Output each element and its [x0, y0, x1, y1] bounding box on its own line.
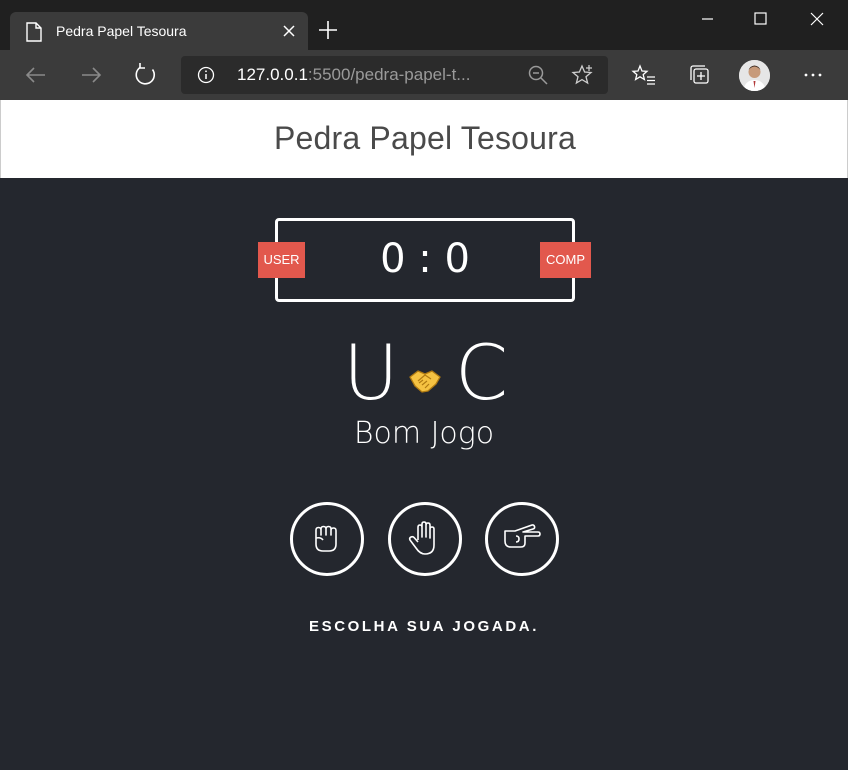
user-letter: U	[343, 328, 399, 417]
page-header: Pedra Papel Tesoura	[0, 100, 848, 178]
maximize-icon[interactable]	[738, 0, 784, 40]
info-icon[interactable]	[197, 66, 215, 84]
collections-icon[interactable]	[686, 61, 714, 89]
handshake-icon	[409, 370, 441, 393]
refresh-icon[interactable]	[132, 61, 160, 89]
new-tab-icon[interactable]	[318, 20, 338, 40]
zoom-icon[interactable]	[527, 64, 549, 86]
result-message: Bom Jogo	[353, 416, 495, 451]
back-icon[interactable]	[22, 61, 50, 89]
url-text[interactable]: 127.0.0.1:5500/pedra-papel-t...	[237, 65, 470, 85]
scissors-icon	[504, 524, 541, 548]
star-icon[interactable]	[571, 64, 593, 86]
rock-button[interactable]	[290, 502, 364, 576]
profile-photo	[739, 60, 770, 91]
comp-letter: C	[455, 328, 509, 417]
minimize-icon[interactable]	[684, 0, 730, 40]
rock-icon	[315, 525, 337, 552]
browser-toolbar: 127.0.0.1:5500/pedra-papel-t...	[0, 50, 848, 100]
document-icon	[26, 22, 42, 42]
more-icon[interactable]	[799, 61, 827, 89]
tab-title: Pedra Papel Tesoura	[56, 23, 187, 39]
url-host: 127.0.0.1	[237, 65, 308, 84]
page-title: Pedra Papel Tesoura	[273, 120, 577, 156]
address-bar[interactable]: 127.0.0.1:5500/pedra-papel-t...	[181, 56, 608, 94]
paper-icon	[408, 521, 435, 555]
score: 0 : 0	[380, 236, 470, 282]
instruction-text: ESCOLHA SUA JOGADA.	[309, 618, 539, 635]
favorites-icon[interactable]	[630, 61, 658, 89]
url-path: :5500/pedra-papel-t...	[307, 65, 471, 84]
window-close-icon[interactable]	[794, 0, 840, 40]
paper-button[interactable]	[388, 502, 462, 576]
avatar[interactable]	[739, 60, 770, 91]
browser-tab[interactable]: Pedra Papel Tesoura	[10, 12, 308, 50]
close-icon[interactable]	[282, 24, 296, 38]
browser-titlebar: Pedra Papel Tesoura	[0, 0, 848, 50]
scissors-button[interactable]	[485, 502, 559, 576]
forward-icon[interactable]	[77, 61, 105, 89]
